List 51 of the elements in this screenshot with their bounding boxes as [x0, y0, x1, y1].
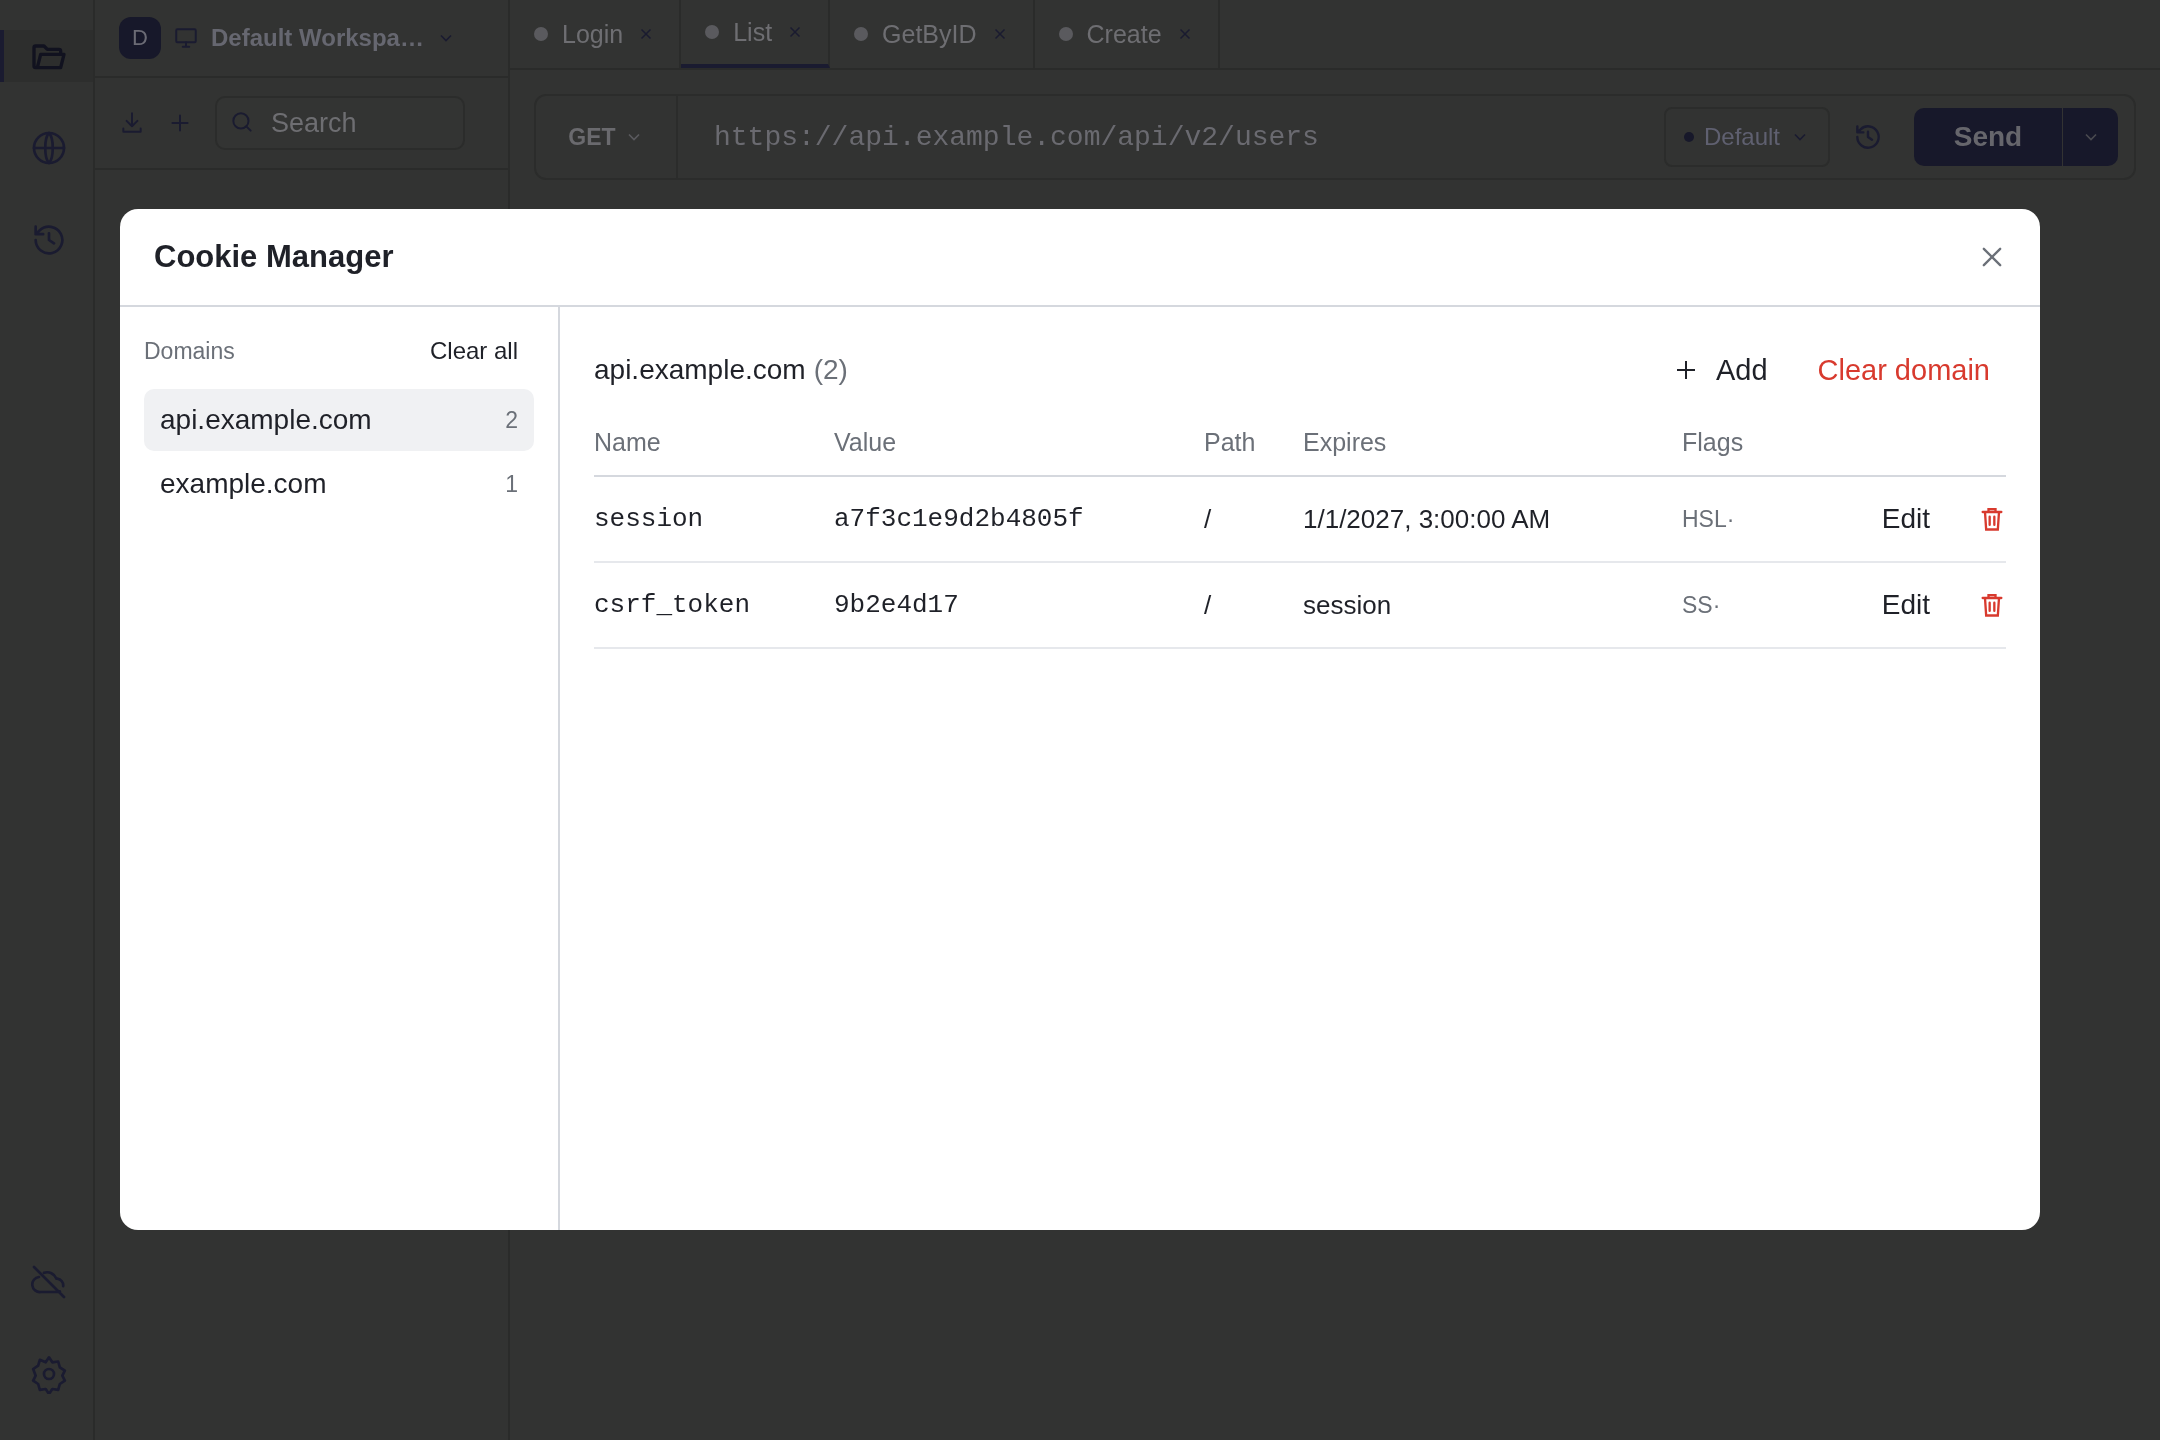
send-options-button[interactable] [2062, 108, 2118, 166]
table-cell: / [1204, 503, 1212, 535]
request-tab[interactable]: List [681, 0, 831, 68]
column-header: Name [594, 427, 661, 457]
status-dot [534, 27, 548, 41]
request-tab[interactable]: GetByID [830, 0, 1035, 68]
method-dropdown[interactable]: GET [536, 96, 678, 178]
column-header: Expires [1303, 427, 1387, 457]
clear-all-button[interactable]: Clear all [429, 337, 534, 365]
send-button[interactable]: Send [1914, 108, 2062, 166]
domain-item[interactable]: api.example.com 2 [144, 389, 534, 451]
url-field[interactable]: https://api.example.com/api/v2/users [678, 121, 1664, 153]
table-cell: HSL· [1682, 505, 1735, 533]
domain-name: example.com [160, 468, 327, 500]
status-dot [705, 25, 720, 39]
edit-button[interactable]: Edit [1881, 589, 1946, 621]
column-header: Path [1204, 427, 1256, 457]
table-cell: a7f3c1e9d2b4805f [834, 504, 1084, 534]
status-dot [1683, 132, 1694, 142]
download-icon[interactable] [119, 110, 145, 136]
table-cell: session [594, 504, 704, 534]
cookie-count: 1 [505, 470, 518, 498]
table-cell: 1/1/2027, 3:00:00 AM [1303, 503, 1551, 535]
cookie-count: (2) [813, 354, 848, 386]
table-cell: / [1204, 589, 1212, 621]
environment-dropdown[interactable]: Default [1663, 107, 1830, 167]
table-cell: session [1303, 589, 1392, 621]
clear-domain-button[interactable]: Clear domain [1817, 353, 2006, 387]
domain-item[interactable]: example.com 1 [144, 453, 534, 515]
cookie-count: 2 [505, 406, 518, 434]
table-cell: csrf_token [594, 590, 751, 620]
dialog-title: Cookie Manager [154, 239, 394, 275]
search-icon [229, 109, 255, 135]
edit-button[interactable]: Edit [1881, 503, 1946, 535]
request-tab[interactable]: Create [1034, 0, 1220, 68]
column-header: Value [834, 427, 897, 457]
request-tab[interactable]: Login [510, 0, 682, 68]
workspace-avatar: D [119, 17, 161, 59]
activity-bar-item[interactable] [0, 30, 93, 82]
status-dot [854, 27, 869, 41]
search-field[interactable]: Search [215, 96, 465, 150]
table-cell: SS· [1682, 591, 1721, 619]
domain-name: api.example.com [160, 404, 372, 436]
add-button[interactable]: Add [1667, 352, 1774, 388]
domain-heading: api.example.com [594, 354, 806, 386]
domains-label: Domains [144, 337, 235, 365]
workspace-name[interactable]: Default Workspa… [211, 24, 424, 52]
column-header: Flags [1682, 427, 1744, 457]
table-cell: 9b2e4d17 [834, 590, 959, 620]
status-dot [1058, 27, 1073, 41]
monitor-icon [173, 25, 199, 51]
